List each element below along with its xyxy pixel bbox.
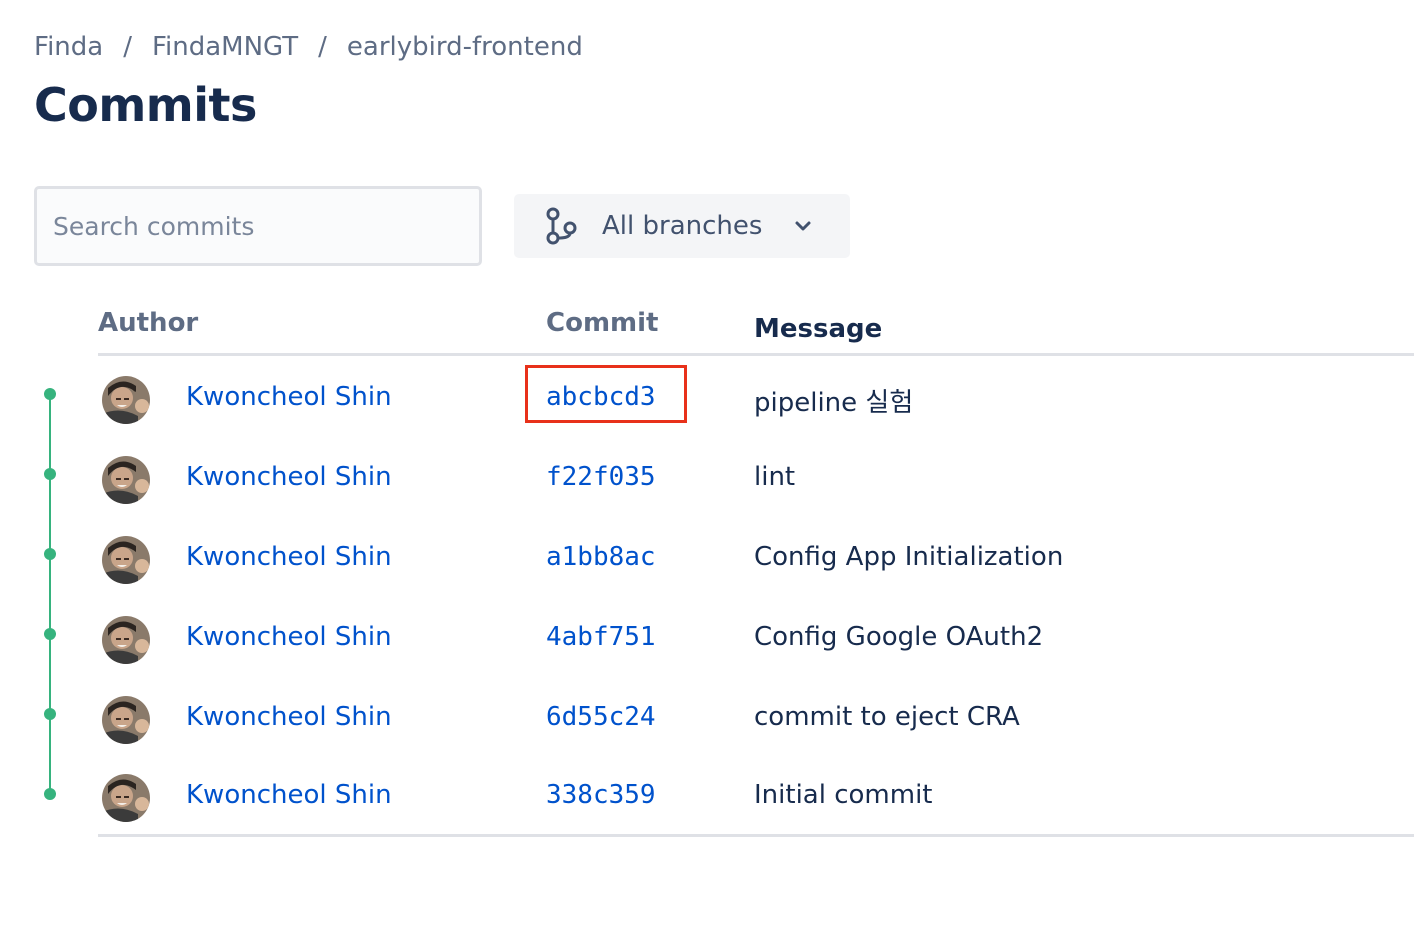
breadcrumb-separator: / [123, 32, 132, 62]
table-row: Kwoncheol Shin 6d55c24 commit to eject C… [98, 688, 1414, 752]
author-link[interactable]: Kwoncheol Shin [186, 780, 392, 810]
avatar[interactable] [102, 536, 150, 584]
column-header-commit: Commit [546, 308, 659, 338]
chevron-down-icon [792, 215, 814, 237]
commit-message: Config App Initialization [754, 542, 1064, 572]
commits-page: Finda / FindaMNGT / earlybird-frontend C… [0, 0, 1414, 932]
breadcrumb-separator: / [318, 32, 327, 62]
breadcrumb-item-workspace[interactable]: Finda [34, 32, 103, 62]
commit-hash-link[interactable]: f22f035 [546, 462, 656, 492]
breadcrumb-item-repository[interactable]: earlybird-frontend [347, 32, 583, 62]
commit-message: Config Google OAuth2 [754, 622, 1044, 652]
commit-hash-link[interactable]: a1bb8ac [546, 542, 656, 572]
search-box [34, 186, 482, 266]
commit-hash-link[interactable]: abcbcd3 [546, 382, 656, 412]
commit-message: Initial commit [754, 780, 933, 810]
table-row: Kwoncheol Shin 338c359 Initial commit [98, 766, 1414, 830]
author-link[interactable]: Kwoncheol Shin [186, 382, 392, 412]
commit-message: lint [754, 462, 796, 492]
author-link[interactable]: Kwoncheol Shin [186, 542, 392, 572]
commits-table: Author Commit Message Kwoncheol Shin abc… [98, 300, 1414, 837]
commit-graph-dot [44, 468, 56, 480]
table-header: Author Commit Message [98, 300, 1414, 356]
table-row: Kwoncheol Shin a1bb8ac Config App Initia… [98, 528, 1414, 592]
branch-icon [544, 207, 578, 245]
commit-graph-dot [44, 708, 56, 720]
search-input[interactable] [37, 189, 479, 263]
commit-graph-dot [44, 628, 56, 640]
column-header-author: Author [98, 308, 199, 338]
avatar[interactable] [102, 616, 150, 664]
commit-graph-dot [44, 388, 56, 400]
author-link[interactable]: Kwoncheol Shin [186, 702, 392, 732]
breadcrumb: Finda / FindaMNGT / earlybird-frontend [34, 32, 583, 62]
table-row: Kwoncheol Shin f22f035 lint [98, 448, 1414, 512]
breadcrumb-item-project[interactable]: FindaMNGT [152, 32, 298, 62]
avatar[interactable] [102, 774, 150, 822]
commit-graph-line [49, 394, 51, 794]
commit-message: commit to eject CRA [754, 702, 1020, 732]
author-link[interactable]: Kwoncheol Shin [186, 622, 392, 652]
page-title: Commits [34, 78, 257, 132]
branch-filter-label: All branches [602, 211, 763, 241]
avatar[interactable] [102, 696, 150, 744]
table-row: Kwoncheol Shin 4abf751 Config Google OAu… [98, 608, 1414, 672]
commit-hash-link[interactable]: 4abf751 [546, 622, 656, 652]
table-row: Kwoncheol Shin abcbcd3 pipeline 실험 [98, 365, 1414, 432]
commit-graph [40, 380, 60, 810]
commit-hash-link[interactable]: 338c359 [546, 780, 656, 810]
branch-filter-dropdown[interactable]: All branches [514, 194, 850, 258]
commit-graph-dot [44, 788, 56, 800]
avatar[interactable] [102, 376, 150, 424]
commit-message: pipeline 실험 [754, 388, 914, 418]
column-header-message: Message [754, 314, 883, 344]
avatar[interactable] [102, 456, 150, 504]
commit-graph-dot [44, 548, 56, 560]
author-link[interactable]: Kwoncheol Shin [186, 462, 392, 492]
table-body: Kwoncheol Shin abcbcd3 pipeline 실험 Kwonc… [98, 356, 1414, 837]
commit-hash-link[interactable]: 6d55c24 [546, 702, 656, 732]
